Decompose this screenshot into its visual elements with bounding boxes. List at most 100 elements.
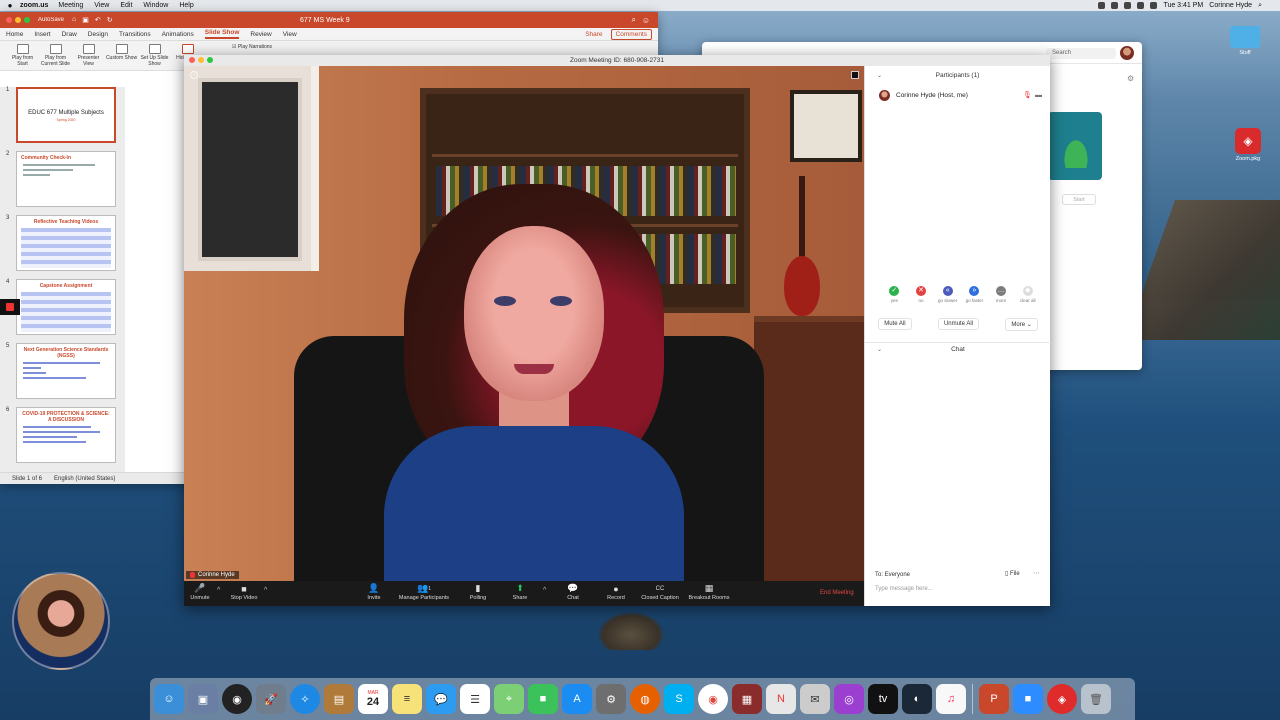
comments-button[interactable]: Comments (610, 28, 652, 40)
slide-preview[interactable]: EDUC 677 Multiple Subjects Spring 2020 (16, 87, 116, 143)
tab-draw[interactable]: Draw (62, 31, 77, 38)
menubar-user[interactable]: Corinne Hyde (1209, 2, 1252, 9)
start-button[interactable]: Start (1062, 194, 1096, 205)
apple-icon[interactable]: ● (0, 1, 20, 10)
menu-help[interactable]: Help (179, 2, 193, 9)
play-from-current-button[interactable]: Play from Current Slide (39, 44, 72, 67)
zoom-window-icon[interactable] (207, 57, 213, 63)
info-icon[interactable]: i (190, 71, 198, 79)
share-button[interactable]: Share (585, 31, 602, 38)
menu-app-name[interactable]: zoom.us (20, 2, 48, 9)
slide-thumbnail[interactable]: 2 Community Check-In (0, 151, 125, 213)
minimize-icon[interactable] (198, 57, 204, 63)
save-icon[interactable]: ▣ (82, 16, 89, 24)
status-icon[interactable] (1098, 2, 1106, 9)
finder-icon[interactable]: ☺ (154, 684, 184, 714)
tab-view[interactable]: View (283, 31, 297, 38)
menu-meeting[interactable]: Meeting (58, 2, 83, 9)
end-meeting-button[interactable]: End Meeting (820, 590, 854, 596)
menu-window[interactable]: Window (143, 2, 168, 9)
zoom-icon[interactable]: ■ (1013, 684, 1043, 714)
video-options-chevron-icon[interactable]: ^ (264, 587, 267, 594)
zoom-window-icon[interactable] (24, 17, 30, 23)
music-icon[interactable]: ♫ (936, 684, 966, 714)
feedback-faster-button[interactable]: » go faster (961, 286, 988, 303)
chevron-down-icon[interactable]: ⌄ (877, 66, 882, 86)
podcasts-icon[interactable]: ◎ (834, 684, 864, 714)
slide-thumbnail[interactable]: 3 Reflective Teaching Videos (0, 215, 125, 277)
calendar-icon[interactable]: MAR 24 (358, 684, 388, 714)
gear-icon[interactable]: ⚙ (1127, 74, 1134, 83)
status-icon[interactable] (1111, 2, 1119, 9)
feedback-slower-button[interactable]: « go slower (934, 286, 961, 303)
setup-slide-show-button[interactable]: Set Up Slide Show (138, 44, 171, 67)
share-screen-button[interactable]: ⬆ Share (508, 583, 532, 601)
unmute-button[interactable]: 🎤 Unmute (188, 583, 212, 601)
screencast-icon[interactable]: ◈ (1047, 684, 1077, 714)
menu-edit[interactable]: Edit (120, 2, 132, 9)
system-preferences-icon[interactable]: ⚙ (596, 684, 626, 714)
autosave-toggle[interactable]: AutoSave (38, 17, 64, 23)
trash-icon[interactable]: 🗑 (1081, 684, 1111, 714)
chrome-icon[interactable]: ◉ (698, 684, 728, 714)
polling-button[interactable]: ▮ Polling (466, 583, 490, 601)
safari-icon[interactable]: ✧ (290, 684, 320, 714)
participant-row[interactable]: Corinne Hyde (Host, me) 🎙 ▬ (865, 86, 1050, 104)
menubar-clock[interactable]: Tue 3:41 PM (1163, 2, 1203, 9)
minimize-icon[interactable] (15, 17, 21, 23)
feedback-icon[interactable]: ☺ (642, 16, 650, 25)
play-from-start-button[interactable]: Play from Start (6, 44, 39, 67)
slide-preview[interactable]: Capstone Assignment (16, 279, 116, 335)
spotlight-icon[interactable]: ⌕ (1258, 2, 1262, 10)
battery-icon[interactable] (1150, 2, 1158, 9)
status-icon[interactable] (1124, 2, 1132, 9)
contacts-icon[interactable]: ▤ (324, 684, 354, 714)
unmute-all-button[interactable]: Unmute All (937, 318, 979, 330)
fullscreen-icon[interactable] (851, 71, 859, 79)
mail-icon[interactable]: ✉ (800, 684, 830, 714)
chat-button[interactable]: 💬 Chat (561, 583, 585, 601)
share-options-chevron-icon[interactable]: ^ (543, 587, 546, 594)
steam-icon[interactable]: ◐ (902, 684, 932, 714)
desktop-folder[interactable]: Stuff (1225, 26, 1265, 56)
play-narrations-checkbox[interactable]: ☑ Play Narrations (232, 44, 272, 50)
slide-preview[interactable]: Community Check-In (16, 151, 116, 207)
audio-options-chevron-icon[interactable]: ^ (217, 587, 220, 594)
firefox-icon[interactable]: ◍ (630, 684, 660, 714)
preview-icon[interactable]: ▣ (188, 684, 218, 714)
tab-insert[interactable]: Insert (34, 31, 50, 38)
siri-icon[interactable]: ◉ (222, 684, 252, 714)
closed-caption-button[interactable]: CC Closed Caption (638, 583, 682, 602)
feedback-yes-button[interactable]: ✓ yes (881, 286, 908, 303)
record-button[interactable]: ● Record (604, 583, 628, 602)
presenter-view-button[interactable]: Presenter View (72, 44, 105, 67)
search-input[interactable]: Search (1046, 48, 1116, 59)
menu-view[interactable]: View (94, 2, 109, 9)
close-icon[interactable] (189, 57, 195, 63)
messages-icon[interactable]: 💬 (426, 684, 456, 714)
breakout-rooms-button[interactable]: ▦ Breakout Rooms (684, 583, 734, 601)
chevron-down-icon[interactable]: ⌄ (877, 343, 882, 357)
recording-stop-icon[interactable] (0, 299, 20, 315)
slide-preview[interactable]: COVID-19 PROTECTION & SCIENCE: A DISCUSS… (16, 407, 116, 463)
tab-slide-show[interactable]: Slide Show (204, 29, 240, 39)
manage-participants-button[interactable]: 👥 1 Manage Participants (396, 583, 452, 601)
chat-file-button[interactable]: ▯ File (1005, 570, 1020, 577)
wifi-icon[interactable] (1137, 2, 1145, 9)
facetime-icon[interactable]: ■ (528, 684, 558, 714)
home-icon[interactable]: ⌂ (72, 16, 76, 24)
slide-thumbnail[interactable]: 1 EDUC 677 Multiple Subjects Spring 2020 (0, 87, 125, 149)
apple-tv-icon[interactable]: tv (868, 684, 898, 714)
feedback-no-button[interactable]: ✕ no (908, 286, 935, 303)
powerpoint-icon[interactable]: P (979, 684, 1009, 714)
app-store-icon[interactable]: A (562, 684, 592, 714)
chat-recipient-select[interactable]: To: Everyone (875, 572, 910, 578)
tab-home[interactable]: Home (6, 31, 23, 38)
stop-video-button[interactable]: ■ Stop Video (226, 583, 262, 602)
slide-preview[interactable]: Next Generation Science Standards (NGSS) (16, 343, 116, 399)
skype-icon[interactable]: S (664, 684, 694, 714)
more-button[interactable]: More ⌄ (1005, 317, 1038, 331)
mute-all-button[interactable]: Mute All (878, 318, 912, 330)
invite-button[interactable]: 👤 Invite (362, 583, 386, 601)
tab-animations[interactable]: Animations (162, 31, 194, 38)
